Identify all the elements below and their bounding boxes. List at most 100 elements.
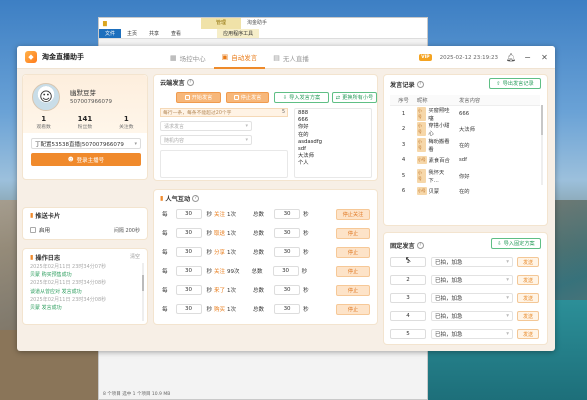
interval-input[interactable]: 30 <box>175 228 202 238</box>
table-row[interactable]: 2 小号 穿搭小甜心 大法师 <box>390 122 540 137</box>
enable-label: 启用 <box>39 228 51 234</box>
stop-icon <box>233 95 239 100</box>
expiry-time: 2025-02-12 23:19:23 <box>439 54 498 61</box>
ribbon-file[interactable]: 文件 <box>99 29 122 38</box>
send-button[interactable]: 发送 <box>517 329 539 339</box>
alt-account-badge: 小号 <box>417 187 427 196</box>
fixed-row: 4 已拍，加急 ▾ 发送 <box>390 310 545 322</box>
stop-button[interactable]: 停止 <box>336 303 370 315</box>
log-scrollbar[interactable] <box>142 263 144 321</box>
table-header: 序号 昵称 发言内容 <box>390 95 540 106</box>
total-input[interactable]: 30 <box>274 304 301 314</box>
fixed-index[interactable]: 3 <box>390 293 426 303</box>
interval-input[interactable]: 30 <box>175 304 202 314</box>
message-list[interactable]: 888 666 你好 在的 asdasdfg sdf 大法师 个人 <box>294 108 372 178</box>
import-icon: ⇩ <box>282 94 288 101</box>
stop-button[interactable]: 停止 <box>336 246 370 258</box>
help-icon[interactable]: ? <box>192 195 200 202</box>
avatar: ☺ <box>32 83 60 111</box>
action-label: 取送 <box>214 231 226 237</box>
interval-input[interactable]: 30 <box>175 209 202 219</box>
import-fixed-button[interactable]: ⇩ 导入固定方案 <box>491 238 541 249</box>
total-input[interactable]: 30 <box>274 285 301 295</box>
action-label: 关注 <box>214 269 226 275</box>
fixed-text-select[interactable]: 已拍，加急 ▾ <box>431 257 513 267</box>
help-icon[interactable]: ? <box>416 81 424 88</box>
ribbon-view[interactable]: 查看 <box>165 29 187 38</box>
login-anchor-button[interactable]: ☻ 登录主播号 <box>31 153 141 166</box>
interaction-row: 每 30 秒 取送 1次 总数 30 秒 停止 <box>162 227 370 239</box>
total-input[interactable]: 30 <box>274 247 301 257</box>
stop-speak-button[interactable]: 停止发言 <box>226 92 269 103</box>
help-icon[interactable]: ? <box>416 242 424 249</box>
action-label: 分享 <box>214 250 226 256</box>
fixed-index[interactable]: 2 <box>390 275 426 285</box>
content-order-select[interactable]: 随机内容 ▾ <box>160 135 252 145</box>
interact-title: ▮ 人气互动? <box>160 194 200 203</box>
speak-textarea[interactable] <box>160 150 288 178</box>
send-button[interactable]: 发送 <box>517 257 539 267</box>
action-label: 来了 <box>214 288 226 294</box>
operation-log-panel: ▮ 操作日志 清空 2025年02月11日 23时34分07秒 贝蒙 购买预售成… <box>22 248 148 325</box>
fixed-text-select[interactable]: 已拍，加急 ▾ <box>431 329 513 339</box>
total-input[interactable]: 30 <box>274 228 301 238</box>
speak-hint-input[interactable]: 每行一条，每条不能超过20个字 5 <box>160 108 288 117</box>
interval-input[interactable]: 30 <box>175 266 202 276</box>
live-room-select[interactable]: 丁配置53538直播|507007966079 ▾ <box>31 138 141 149</box>
switch-accounts-button[interactable]: ⇄ 更换所有小号 <box>332 92 377 103</box>
tab-label: 自动发言 <box>231 53 258 62</box>
message-item: asdasdfg <box>298 138 322 145</box>
explorer-manage-tab[interactable]: 管理 <box>201 18 241 29</box>
start-speak-button[interactable]: 开始发言 <box>176 92 221 103</box>
table-row[interactable]: 5 小号 我怀天下... 你好 <box>390 168 540 184</box>
table-row[interactable]: 6 小号 贝蒙 在的 <box>390 184 540 200</box>
send-button[interactable]: 发送 <box>517 293 539 303</box>
enable-checkbox[interactable] <box>30 227 36 233</box>
table-row[interactable]: 3 小号 梅劝搬看看 在的 <box>390 137 540 153</box>
ribbon-home[interactable]: 主页 <box>121 29 143 38</box>
fixed-text-select[interactable]: 已拍，加急 ▾ <box>431 275 513 285</box>
cloud-speak-panel: 云端发言? 开始发言 停止发言 ⇩ 导入发言方案 ⇄ 更换所有小号 每行一条，每条不… <box>153 74 378 181</box>
fixed-row: 1 已拍，加急 ▾ 发送 <box>390 256 545 268</box>
tab-auto-speak[interactable]: ▣ 自动发言 <box>213 46 266 69</box>
chevron-down-icon: ▾ <box>506 313 509 319</box>
export-record-button[interactable]: ⇧ 导出发言记录 <box>489 78 541 89</box>
fixed-index[interactable]: 4 <box>390 311 426 321</box>
fixed-text-select[interactable]: 已拍，加急 ▾ <box>431 311 513 321</box>
total-input[interactable]: 30 <box>274 209 301 219</box>
record-scrollbar[interactable] <box>541 105 543 185</box>
interval-input[interactable]: 30 <box>175 285 202 295</box>
help-icon[interactable]: ? <box>186 79 194 86</box>
send-button[interactable]: 发送 <box>517 311 539 321</box>
speak-mode-select[interactable]: 请求发言 ▾ <box>160 121 252 131</box>
table-row[interactable]: 1 小号 买窗照哇噻 666 <box>390 106 540 122</box>
swap-icon: ⇄ <box>335 94 341 101</box>
tab-control-center[interactable]: ▦ 场控中心 <box>162 46 214 69</box>
video-icon: ▤ <box>273 53 280 62</box>
explorer-status-bar: 8 个项目 选中 1 个项目 10.9 MB <box>103 392 171 397</box>
table-row[interactable]: 4 小号 素食百合 sdf <box>390 153 540 169</box>
bell-icon[interactable]: 🔔︎ <box>506 53 516 62</box>
stop-button[interactable]: 停止 <box>336 265 370 277</box>
total-input[interactable]: 30 <box>272 266 299 276</box>
export-icon: ⇧ <box>496 80 501 87</box>
stop-button[interactable]: 停止关注 <box>336 208 370 220</box>
vip-badge: VIP <box>419 54 432 61</box>
log-clear-button[interactable]: 清空 <box>130 253 140 260</box>
chevron-down-icon: ▾ <box>506 331 509 337</box>
close-icon[interactable]: ✕ <box>540 53 549 62</box>
ribbon-app-tools[interactable]: 应用程序工具 <box>217 29 260 38</box>
push-interval: 间隔 200秒 <box>113 227 140 234</box>
minimize-icon[interactable]: − <box>523 53 532 62</box>
fixed-text-select[interactable]: 已拍，加急 ▾ <box>431 293 513 303</box>
send-button[interactable]: 发送 <box>517 275 539 285</box>
ribbon-share[interactable]: 共享 <box>143 29 165 38</box>
interval-input[interactable]: 30 <box>175 247 202 257</box>
alt-account-badge: 小号 <box>417 156 427 165</box>
fixed-index[interactable]: 5 <box>390 329 426 339</box>
action-label: 购买 <box>214 307 226 313</box>
stop-button[interactable]: 停止 <box>336 284 370 296</box>
stop-button[interactable]: 停止 <box>336 227 370 239</box>
tab-unmanned-live[interactable]: ▤ 无人直播 <box>265 46 317 69</box>
import-plan-button[interactable]: ⇩ 导入发言方案 <box>274 92 329 103</box>
